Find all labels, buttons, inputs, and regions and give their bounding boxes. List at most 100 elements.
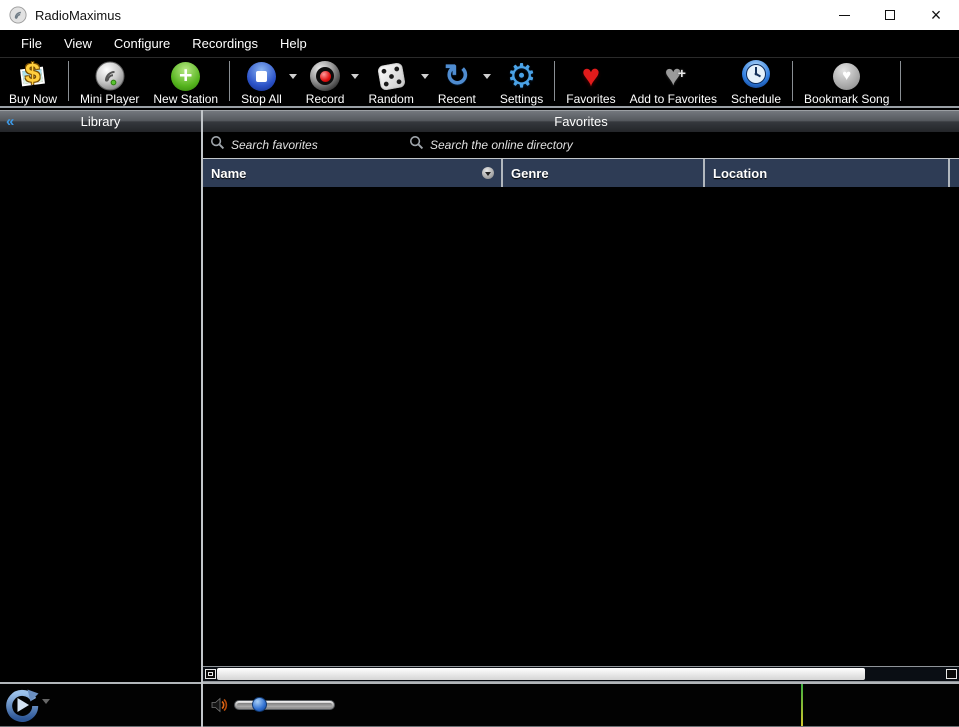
maximize-icon <box>885 10 895 20</box>
level-meter <box>801 684 803 726</box>
favorites-label: Favorites <box>566 92 615 106</box>
column-label: Location <box>713 166 767 181</box>
toolbar-separator <box>229 61 230 101</box>
toolbar-separator <box>68 61 69 101</box>
schedule-label: Schedule <box>731 92 781 106</box>
search-directory-field[interactable] <box>409 132 600 158</box>
new-station-icon: + <box>171 62 200 91</box>
mini-player-button[interactable]: Mini Player <box>73 58 146 106</box>
column-label: Genre <box>511 166 549 181</box>
circular-arrow-play-icon <box>5 688 39 722</box>
menu-view[interactable]: View <box>53 32 103 55</box>
random-dropdown-icon[interactable] <box>421 74 429 79</box>
app-icon <box>9 6 27 24</box>
speaker-icon[interactable] <box>209 695 229 715</box>
add-to-favorites-button[interactable]: ♥+ Add to Favorites <box>623 58 724 106</box>
stop-all-button[interactable]: Stop All <box>234 58 289 106</box>
column-header-genre[interactable]: Genre <box>503 159 705 187</box>
minimize-icon <box>839 15 850 16</box>
gray-heart-plus-icon: ♥+ <box>665 61 682 91</box>
record-button[interactable]: Record <box>299 58 352 106</box>
window-title: RadioMaximus <box>35 8 121 23</box>
panel-divider[interactable] <box>201 110 203 727</box>
menu-recordings[interactable]: Recordings <box>181 32 269 55</box>
search-icon <box>409 135 424 155</box>
scrollbar-left-button[interactable] <box>205 669 216 679</box>
stop-all-label: Stop All <box>241 92 282 106</box>
menu-file[interactable]: File <box>10 32 53 55</box>
scrollbar-right-button[interactable] <box>946 669 957 679</box>
menu-bar: File View Configure Recordings Help <box>0 30 959 58</box>
new-station-label: New Station <box>153 92 218 106</box>
mini-player-icon <box>95 61 125 91</box>
stop-all-icon <box>247 62 276 91</box>
library-panel-title: Library <box>0 114 201 129</box>
buy-now-button[interactable]: $ Buy Now <box>2 58 64 106</box>
search-favorites-input[interactable] <box>231 138 381 152</box>
close-button[interactable]: × <box>913 0 959 30</box>
stop-all-dropdown-icon[interactable] <box>289 74 297 79</box>
library-panel: « Library <box>0 110 201 682</box>
dice-icon <box>377 62 406 91</box>
volume-slider[interactable] <box>234 700 335 710</box>
column-header-spacer <box>950 159 959 187</box>
sort-icon[interactable] <box>482 167 494 179</box>
play-recent-station-button[interactable] <box>5 688 39 722</box>
random-button[interactable]: Random <box>361 58 420 106</box>
play-recent-dropdown-icon[interactable] <box>42 699 50 704</box>
volume-thumb[interactable] <box>252 697 267 712</box>
add-to-favorites-label: Add to Favorites <box>630 92 717 106</box>
collapse-panel-icon[interactable]: « <box>6 111 13 132</box>
search-favorites-field[interactable] <box>210 132 381 158</box>
maximize-button[interactable] <box>867 0 913 30</box>
toolbar-separator <box>900 61 901 101</box>
search-row <box>203 132 959 158</box>
column-label: Name <box>211 166 246 181</box>
new-station-button[interactable]: + New Station <box>146 58 225 106</box>
schedule-button[interactable]: Schedule <box>724 58 788 106</box>
library-panel-header: « Library <box>0 110 201 132</box>
stations-table-header: Name Genre Location <box>203 158 959 187</box>
main-area: « Library Favorites <box>0 110 959 682</box>
record-label: Record <box>306 92 345 106</box>
close-icon: × <box>931 6 942 24</box>
library-tree[interactable] <box>0 132 201 682</box>
favorites-button[interactable]: ♥ Favorites <box>559 58 622 106</box>
record-dropdown-icon[interactable] <box>351 74 359 79</box>
search-directory-input[interactable] <box>430 138 600 152</box>
mini-player-label: Mini Player <box>80 92 139 106</box>
bookmark-song-button[interactable]: ♥ Bookmark Song <box>797 58 896 106</box>
buy-now-label: Buy Now <box>9 92 57 106</box>
recent-circular-arrow-icon: ↻ <box>444 61 470 91</box>
bookmark-song-label: Bookmark Song <box>804 92 889 106</box>
menu-help[interactable]: Help <box>269 32 318 55</box>
stations-table-body[interactable] <box>203 187 959 666</box>
column-header-location[interactable]: Location <box>705 159 950 187</box>
recent-dropdown-icon[interactable] <box>483 74 491 79</box>
red-heart-icon: ♥ <box>582 61 600 91</box>
menu-configure[interactable]: Configure <box>103 32 181 55</box>
toolbar-separator <box>554 61 555 101</box>
record-icon <box>310 61 340 91</box>
search-icon <box>210 135 225 155</box>
recent-button[interactable]: ↻ Recent <box>431 58 483 106</box>
column-header-name[interactable]: Name <box>203 159 503 187</box>
random-label: Random <box>368 92 413 106</box>
favorites-panel: Favorites <box>203 110 959 682</box>
player-bar <box>0 682 959 727</box>
favorites-panel-title: Favorites <box>203 114 959 129</box>
buy-now-icon: $ <box>17 61 49 91</box>
horizontal-scrollbar <box>203 666 959 682</box>
toolbar: $ Buy Now Mini Player <box>0 58 959 108</box>
title-bar: RadioMaximus × <box>0 0 959 30</box>
clock-icon <box>741 59 771 94</box>
minimize-button[interactable] <box>821 0 867 30</box>
gear-icon: ⚙ <box>507 61 537 91</box>
recent-label: Recent <box>438 92 476 106</box>
scrollbar-thumb[interactable] <box>217 668 865 680</box>
settings-button[interactable]: ⚙ Settings <box>493 58 550 106</box>
window-controls: × <box>821 0 959 30</box>
gray-circle-heart-icon: ♥ <box>833 63 860 90</box>
toolbar-separator <box>792 61 793 101</box>
favorites-panel-header: Favorites <box>203 110 959 132</box>
